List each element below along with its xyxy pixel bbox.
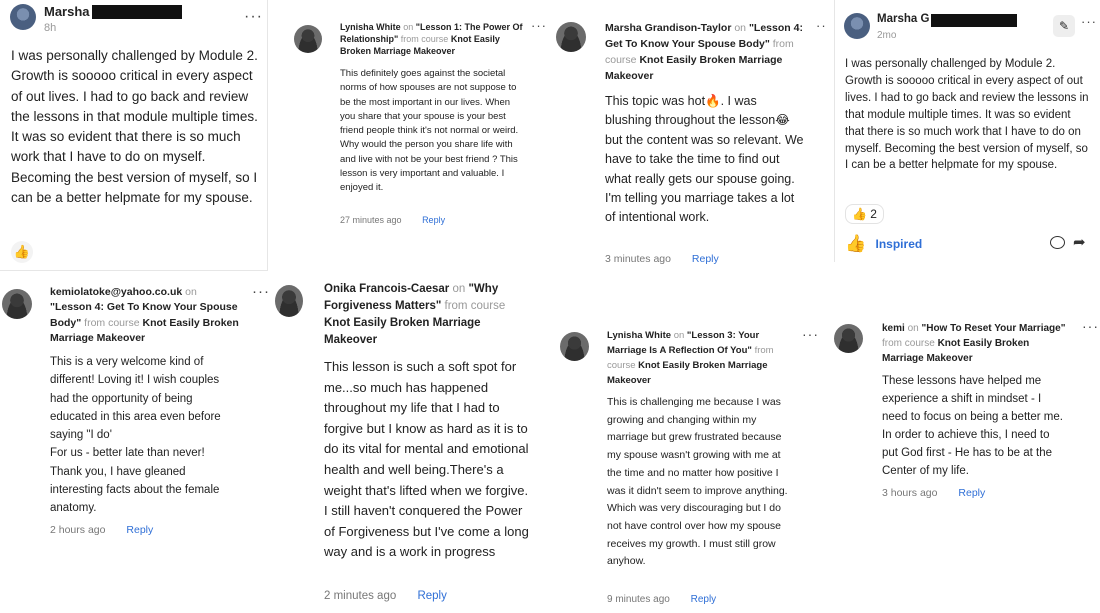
course-link[interactable]: Knot Easily Broken Marriage Makeover <box>324 317 481 346</box>
more-options-button[interactable]: ··· <box>244 8 263 26</box>
comment-body: I was personally challenged by Module 2.… <box>845 58 1089 172</box>
timestamp: 9 minutes ago <box>607 594 670 605</box>
avatar[interactable] <box>556 22 586 52</box>
thumbs-up-icon[interactable]: 👍 <box>11 241 33 263</box>
more-options-button[interactable]: ··· <box>531 18 547 33</box>
comment-body: This lesson is such a soft spot for me..… <box>324 359 529 560</box>
avatar[interactable] <box>275 285 303 317</box>
avatar[interactable] <box>294 25 322 53</box>
comment-header: kemiolatoke@yahoo.co.uk on "Lesson 4: Ge… <box>50 286 239 344</box>
comment-body: This is a very welcome kind of different… <box>50 353 240 518</box>
author-name[interactable]: Marsha G <box>877 12 929 28</box>
comment-body: This is challenging me because I was gro… <box>607 396 788 568</box>
reply-button[interactable]: Reply <box>692 253 719 265</box>
thumbs-up-icon: 👍 <box>852 207 867 221</box>
thumbs-up-icon: 👍 <box>845 234 867 253</box>
timestamp: 3 minutes ago <box>605 253 671 265</box>
author-name[interactable]: kemiolatoke@yahoo.co.uk <box>50 286 182 298</box>
share-icon[interactable]: ➦ <box>1073 233 1086 251</box>
more-options-button[interactable]: ··· <box>1082 318 1099 334</box>
comment-icon[interactable] <box>1050 236 1065 249</box>
comment-paragraph: For us - better late than never! <box>50 447 205 460</box>
avatar[interactable] <box>2 289 32 319</box>
reaction-count-badge[interactable]: 👍 2 <box>845 204 884 224</box>
comment-card-5: kemiolatoke@yahoo.co.uk on "Lesson 4: Ge… <box>0 275 275 613</box>
inspired-button[interactable]: 👍 Inspired <box>845 234 922 254</box>
reply-button[interactable]: Reply <box>691 594 717 605</box>
timestamp: 27 minutes ago <box>340 215 402 225</box>
comment-card-4: Marsha G 2mo ✎ ··· I was personally chal… <box>834 0 1100 262</box>
timestamp: 2mo <box>877 30 897 41</box>
comment-footer: 27 minutes ago Reply <box>340 215 445 225</box>
more-options-button[interactable]: ··· <box>1081 14 1097 29</box>
comment-footer: 3 minutes ago Reply <box>605 253 719 265</box>
pin-icon[interactable]: ✎ <box>1053 15 1075 37</box>
comment-body: This topic was hot🔥. I was blushing thro… <box>605 92 805 228</box>
author-name[interactable]: Lynisha White <box>607 330 671 341</box>
comment-paragraph: This topic was hot🔥. I was blushing thro… <box>605 94 804 186</box>
redaction-mark <box>931 14 1017 27</box>
comment-body: This definitely goes against the societa… <box>340 68 519 194</box>
comment-body: I was personally challenged by Module 2.… <box>11 48 258 206</box>
comment-paragraph: I'm telling you marriage takes a lot of … <box>605 191 795 225</box>
comment-header: Onika Francois-Caesar on "Why Forgivenes… <box>324 283 506 346</box>
comment-footer: 9 minutes ago Reply <box>607 594 716 605</box>
lesson-link[interactable]: "How To Reset Your Marriage" <box>921 323 1065 334</box>
timestamp: 2 hours ago <box>50 524 106 536</box>
more-options-button[interactable]: ··· <box>816 18 826 33</box>
comment-footer: 3 hours ago Reply <box>882 487 985 499</box>
comment-body: These lessons have helped me experience … <box>882 375 1063 477</box>
reply-button[interactable]: Reply <box>422 215 445 225</box>
comment-header: Lynisha White on "Lesson 1: The Power Of… <box>340 22 523 57</box>
avatar[interactable] <box>10 4 36 30</box>
timestamp: 8h <box>44 22 57 34</box>
comment-header: Lynisha White on "Lesson 3: Your Marriag… <box>607 330 774 386</box>
comment-card-3: Marsha Grandison-Taylor on "Lesson 4: Ge… <box>548 10 826 272</box>
timestamp: 2 minutes ago <box>324 590 397 602</box>
timestamp: 3 hours ago <box>882 487 938 499</box>
avatar[interactable] <box>834 324 863 353</box>
avatar[interactable] <box>844 13 870 39</box>
reply-button[interactable]: Reply <box>417 590 446 602</box>
more-options-button[interactable]: ··· <box>802 326 819 342</box>
comment-paragraph: Thank you, I have gleaned interesting fa… <box>50 465 220 515</box>
redaction-mark <box>92 5 182 19</box>
comment-paragraph: This is a very welcome kind of different… <box>50 356 221 442</box>
comment-card-8: kemi on "How To Reset Your Marriage" fro… <box>828 312 1100 512</box>
reply-button[interactable]: Reply <box>958 487 985 499</box>
more-options-button[interactable]: ··· <box>252 283 270 300</box>
comment-card-7: Lynisha White on "Lesson 3: Your Marriag… <box>550 318 825 613</box>
comment-footer: 2 hours ago Reply <box>50 524 153 536</box>
avatar[interactable] <box>560 332 589 361</box>
author-name[interactable]: Onika Francois-Caesar <box>324 283 449 295</box>
comment-card-2: Lynisha White on "Lesson 1: The Power Of… <box>288 12 550 242</box>
reply-button[interactable]: Reply <box>126 524 153 536</box>
author-name[interactable]: Marsha Grandison-Taylor <box>605 22 731 34</box>
comment-header: kemi on "How To Reset Your Marriage" fro… <box>882 323 1066 364</box>
author-name[interactable]: kemi <box>882 323 905 334</box>
comment-card-1: Marsha G 8h ··· I was personally challen… <box>0 0 268 271</box>
comment-header: Marsha Grandison-Taylor on "Lesson 4: Ge… <box>605 22 803 82</box>
comment-card-6: Onika Francois-Caesar on "Why Forgivenes… <box>275 275 550 613</box>
comment-footer: 2 minutes ago Reply <box>324 590 447 602</box>
author-name[interactable]: Lynisha White <box>340 22 401 32</box>
